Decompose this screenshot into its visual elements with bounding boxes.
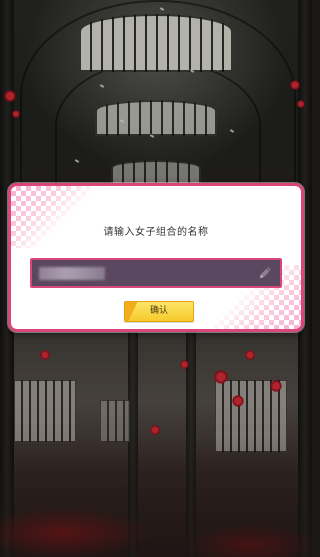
confirm-button[interactable]: 确认: [124, 301, 194, 322]
dialog-title: 请输入女子组合的名称: [103, 227, 209, 238]
group-name-field[interactable]: [30, 258, 282, 288]
name-input-dialog: 请输入女子组合的名称 确认: [8, 183, 304, 332]
pink-checker-decoration: [11, 186, 99, 248]
pencil-icon[interactable]: [257, 265, 273, 281]
confirm-button-label: 确认: [149, 306, 168, 316]
group-name-input[interactable]: [32, 260, 280, 286]
